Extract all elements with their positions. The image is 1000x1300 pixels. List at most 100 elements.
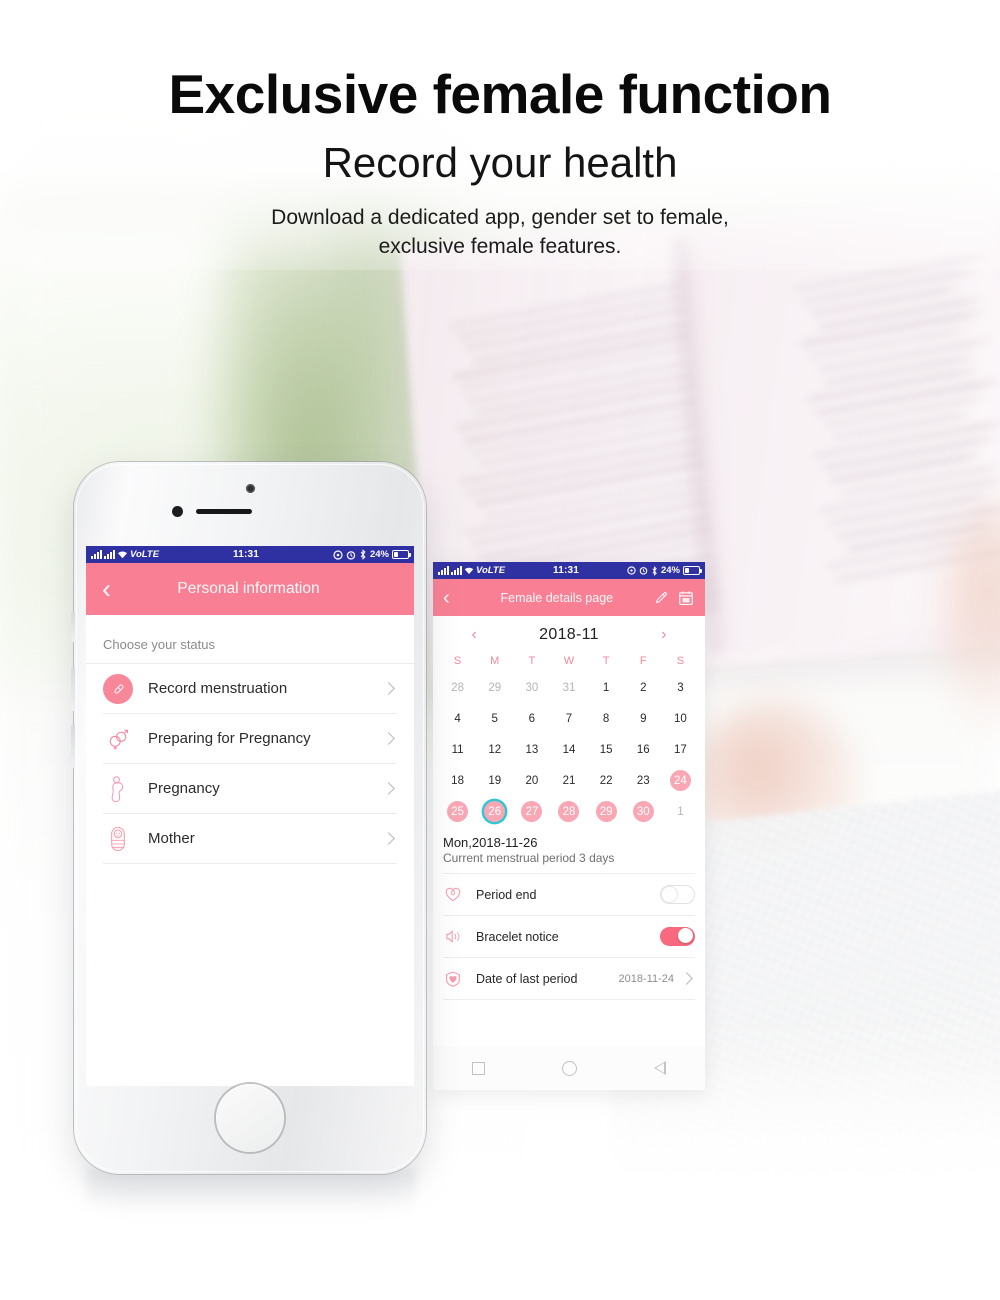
alarm-icon bbox=[346, 550, 356, 560]
calendar-day-header: T bbox=[602, 655, 610, 667]
pregnant-woman-icon bbox=[103, 774, 133, 804]
calendar-day-header: S bbox=[676, 655, 685, 667]
calendar-day-cell[interactable]: 2 bbox=[625, 672, 662, 703]
heart-shield-icon bbox=[443, 970, 463, 987]
calendar-day-cell[interactable]: 14 bbox=[550, 734, 587, 765]
setting-row[interactable]: Bracelet notice bbox=[443, 915, 695, 957]
volume-up-button[interactable] bbox=[71, 667, 75, 711]
calendar-day-cell[interactable]: 9 bbox=[625, 703, 662, 734]
page-description: Download a dedicated app, gender set to … bbox=[0, 204, 1000, 262]
calendar-day-cell[interactable]: 27 bbox=[513, 796, 550, 827]
status-option-row[interactable]: Mother bbox=[103, 814, 397, 864]
calendar-day-cell[interactable]: 23 bbox=[625, 765, 662, 796]
calendar-icon[interactable] bbox=[678, 590, 694, 606]
home-circle-icon[interactable] bbox=[561, 1060, 577, 1076]
status-option-row[interactable]: Record menstruation bbox=[103, 664, 397, 714]
iphone-screen: VoLTE 11:31 24% ‹ Personal information C… bbox=[86, 546, 414, 1086]
pencil-icon[interactable] bbox=[654, 590, 669, 605]
section-label: Choose your status bbox=[103, 637, 216, 652]
calendar-day-cell[interactable]: 29 bbox=[588, 796, 625, 827]
chevron-right-icon bbox=[382, 682, 395, 695]
calendar-day-cell[interactable]: 10 bbox=[662, 703, 699, 734]
android-nav-bar: ‹ Female details page bbox=[433, 579, 705, 616]
volume-down-button[interactable] bbox=[71, 724, 75, 768]
calendar-day-cell[interactable]: 24 bbox=[662, 765, 699, 796]
back-button[interactable]: ‹ bbox=[86, 575, 127, 603]
page-description-line-1: Download a dedicated app, gender set to … bbox=[271, 205, 729, 229]
settings-list-bottom-divider bbox=[443, 999, 695, 1000]
calendar-day-cell[interactable]: 28 bbox=[439, 672, 476, 703]
calendar-day-cell[interactable]: 30 bbox=[513, 672, 550, 703]
calendar-day-header: S bbox=[453, 655, 462, 667]
calendar-day-cell[interactable]: 17 bbox=[662, 734, 699, 765]
battery-percent-label: 24% bbox=[369, 549, 389, 560]
calendar-day-cell[interactable]: 1 bbox=[588, 672, 625, 703]
calendar-week-row: 11 12 13 14 15 16 17 bbox=[439, 734, 699, 765]
calendar-day-cell[interactable]: 18 bbox=[439, 765, 476, 796]
status-option-label: Record menstruation bbox=[148, 680, 288, 697]
front-camera-icon bbox=[246, 484, 255, 493]
battery-icon bbox=[683, 566, 702, 575]
calendar-day-cell[interactable]: 20 bbox=[513, 765, 550, 796]
calendar-day-cell[interactable]: 1 bbox=[662, 796, 699, 827]
status-option-row[interactable]: Pregnancy bbox=[103, 764, 397, 814]
page-title: Exclusive female function bbox=[168, 63, 833, 125]
calendar-day-cell[interactable]: 3 bbox=[662, 672, 699, 703]
calendar-prev-button[interactable]: ‹ bbox=[467, 626, 481, 644]
calendar-week-row: 18 19 20 21 22 23 24 bbox=[439, 765, 699, 796]
back-triangle-icon[interactable] bbox=[654, 1060, 667, 1075]
calendar-next-button[interactable]: › bbox=[657, 626, 671, 644]
headline-block: Exclusive female function Record your he… bbox=[0, 0, 1000, 262]
period-day-marker: 24 bbox=[669, 770, 691, 791]
calendar-day-cell[interactable]: 15 bbox=[588, 734, 625, 765]
period-status-note: Current menstrual period 3 days bbox=[443, 851, 615, 865]
status-option-label: Mother bbox=[148, 830, 195, 847]
calendar-day-cell[interactable]: 7 bbox=[550, 703, 587, 734]
calendar-day-cell[interactable]: 29 bbox=[476, 672, 513, 703]
wifi-icon bbox=[464, 567, 474, 574]
calendar-day-cell[interactable]: 8 bbox=[588, 703, 625, 734]
calendar-day-cell[interactable]: 21 bbox=[550, 765, 587, 796]
carrier-label: VoLTE bbox=[130, 549, 160, 560]
chevron-right-icon bbox=[680, 972, 693, 985]
calendar-day-cell[interactable]: 11 bbox=[439, 734, 476, 765]
bluetooth-icon bbox=[652, 565, 657, 576]
signal-icon bbox=[104, 550, 115, 559]
calendar-day-cell[interactable]: 25 bbox=[439, 796, 476, 827]
toggle-switch[interactable] bbox=[660, 885, 695, 904]
status-option-label: Pregnancy bbox=[148, 780, 220, 797]
calendar-day-cell[interactable]: 12 bbox=[476, 734, 513, 765]
calendar-day-cell[interactable]: 31 bbox=[550, 672, 587, 703]
calendar-day-cell[interactable]: 19 bbox=[476, 765, 513, 796]
calendar-day-cell[interactable]: 6 bbox=[513, 703, 550, 734]
location-icon bbox=[333, 549, 343, 560]
preparing-pregnancy-icon bbox=[103, 724, 133, 754]
setting-row[interactable]: Period end bbox=[443, 873, 695, 915]
calendar-day-cell[interactable]: 16 bbox=[625, 734, 662, 765]
setting-row[interactable]: Date of last period 2018-11-24 bbox=[443, 957, 695, 999]
calendar-day-cell[interactable]: 28 bbox=[550, 796, 587, 827]
calendar-header: ‹ 2018-11 › bbox=[433, 616, 705, 650]
period-day-marker: 28 bbox=[558, 801, 580, 822]
status-option-row[interactable]: Preparing for Pregnancy bbox=[103, 714, 397, 764]
mute-switch[interactable] bbox=[71, 612, 75, 642]
speaker-icon bbox=[443, 929, 463, 944]
calendar-day-cell[interactable]: 4 bbox=[439, 703, 476, 734]
bluetooth-icon bbox=[360, 549, 366, 560]
toggle-switch[interactable] bbox=[660, 927, 695, 946]
status-bar-time: 11:31 bbox=[232, 549, 260, 560]
calendar-day-cell[interactable]: 22 bbox=[588, 765, 625, 796]
period-day-marker: 29 bbox=[595, 801, 617, 822]
chevron-right-icon bbox=[382, 732, 395, 745]
recents-square-icon[interactable] bbox=[471, 1061, 485, 1075]
back-button[interactable]: ‹ bbox=[433, 588, 460, 608]
calendar-month-label: 2018-11 bbox=[539, 626, 599, 643]
home-button[interactable] bbox=[216, 1084, 284, 1152]
calendar-day-cell[interactable]: 30 bbox=[625, 796, 662, 827]
calendar-week-row: 28 29 30 31 1 2 3 bbox=[439, 672, 699, 703]
setting-label: Bracelet notice bbox=[476, 929, 559, 944]
toggle-knob bbox=[678, 928, 694, 944]
calendar-day-cell[interactable]: 13 bbox=[513, 734, 550, 765]
calendar-day-cell-selected[interactable]: 26 bbox=[476, 796, 513, 827]
calendar-day-cell[interactable]: 5 bbox=[476, 703, 513, 734]
